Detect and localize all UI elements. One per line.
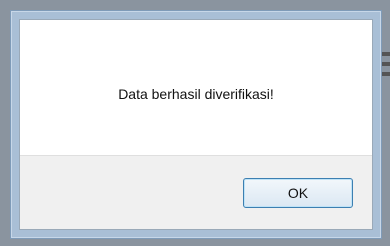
alert-dialog: Data berhasil diverifikasi! OK (10, 10, 382, 239)
background-menu-lines (382, 52, 390, 96)
dialog-content: Data berhasil diverifikasi! (20, 20, 372, 155)
ok-button[interactable]: OK (243, 178, 353, 208)
dialog-message: Data berhasil diverifikasi! (118, 86, 274, 102)
dialog-button-bar: OK (20, 155, 372, 229)
dialog-body: Data berhasil diverifikasi! OK (19, 19, 373, 230)
